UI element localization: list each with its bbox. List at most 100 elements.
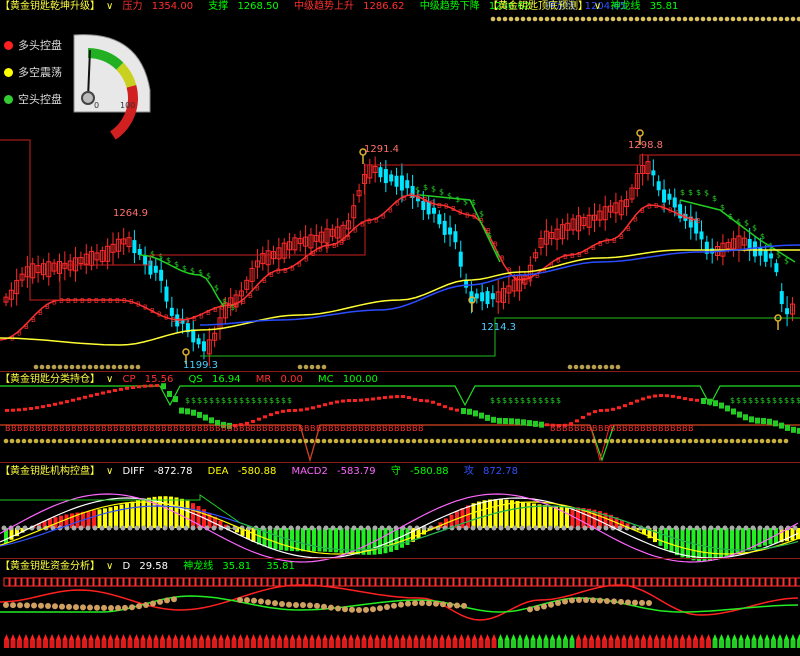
yellow-dot-icon: [4, 68, 13, 77]
fund-box: [81, 577, 88, 587]
fund-arrow-bar: [719, 640, 724, 648]
chart-stage[interactable]: 0 100 B B B B B B B B B B B B B B B B B B B B B B B B B B B B B B B B B B B B…: [0, 0, 800, 652]
coin-icon: [622, 16, 628, 22]
coin-icon: [766, 16, 772, 22]
macd-bar: [466, 505, 470, 528]
coin-icon: [81, 438, 87, 444]
coin-icon: [73, 604, 79, 611]
price-low-label: 1199.3: [183, 360, 218, 371]
s-marker: $: [752, 223, 757, 232]
fund-arrow: [654, 634, 659, 640]
fund-arrow: [368, 634, 373, 640]
b-marker: B: [400, 424, 406, 433]
position-bar: [479, 412, 484, 419]
fund-arrow: [95, 634, 100, 640]
coin-icon: [712, 16, 718, 22]
position-bar: [287, 409, 291, 413]
b-marker: B: [437, 202, 442, 210]
position-indicator-title: 【黄金钥匙分类持仓】: [0, 374, 100, 385]
b-marker: B: [5, 424, 11, 433]
fund-box: [423, 577, 430, 587]
b-marker: B: [150, 307, 155, 315]
coin-icon: [544, 16, 550, 22]
fund-box: [537, 577, 544, 587]
macd-bar: [125, 503, 129, 528]
coin-icon: [297, 438, 303, 444]
fund-box: [327, 577, 334, 587]
coin-icon: [461, 602, 467, 609]
position-bar: [179, 407, 184, 414]
s-marker: $: [221, 396, 226, 405]
candle-down: [485, 291, 490, 305]
fund-arrow: [504, 634, 510, 640]
zero-dot: [694, 525, 700, 531]
candle-down: [474, 293, 479, 299]
panel-divider: [0, 558, 800, 559]
b-marker: B: [29, 424, 35, 433]
s-marker: $: [281, 396, 286, 405]
b-marker: B: [688, 424, 694, 433]
position-bar: [767, 418, 772, 425]
fund-arrow: [290, 634, 295, 640]
b-marker: B: [101, 424, 107, 433]
coin-icon: [741, 438, 747, 444]
b-marker: B: [668, 206, 673, 214]
coin-icon: [370, 606, 376, 613]
fund-arrow: [751, 634, 757, 640]
fund-box: [651, 577, 658, 587]
coin-icon: [93, 364, 99, 370]
coin-icon: [534, 605, 540, 612]
coin-icon: [417, 438, 423, 444]
fund-arrow-bar: [36, 640, 42, 648]
fund-arrow-bar: [17, 640, 22, 648]
b-marker: B: [94, 297, 99, 305]
position-bar: [761, 418, 766, 425]
coin-icon: [527, 606, 533, 613]
candle-down: [480, 292, 485, 302]
fund-arrow-bar: [23, 640, 29, 648]
fund-arrow: [433, 634, 438, 640]
coin-icon: [561, 438, 567, 444]
fund-box: [447, 577, 454, 587]
coin-icon: [711, 438, 717, 444]
fund-arrow-bar: [582, 640, 588, 648]
b-marker: B: [143, 424, 149, 433]
macd-bar: [763, 528, 767, 546]
fund-arrow-bar: [394, 640, 399, 648]
fund-arrow: [693, 634, 698, 640]
s-marker: $: [222, 297, 227, 306]
position-bar: [17, 408, 21, 412]
fund-box: [531, 577, 538, 587]
fund-arrow-bar: [777, 640, 783, 648]
b-marker: B: [340, 424, 346, 433]
fund-arrow-bar: [283, 640, 289, 648]
fund-box: [573, 577, 580, 587]
coin-icon: [520, 16, 526, 22]
zero-dot: [666, 525, 672, 531]
fund-arrow: [725, 634, 731, 640]
coin-icon: [646, 599, 652, 606]
coin-icon: [580, 16, 586, 22]
zero-dot: [330, 525, 336, 531]
fund-box: [519, 577, 526, 587]
position-bar: [29, 407, 33, 411]
b-marker: B: [290, 265, 295, 273]
position-bar: [521, 419, 526, 426]
fund-arrow-bar: [465, 640, 471, 648]
b-marker: B: [167, 424, 173, 433]
fund-box: [195, 577, 202, 587]
coin-icon: [759, 438, 765, 444]
attack-value: 攻 872.78: [463, 466, 518, 477]
candle-down: [699, 231, 704, 240]
b-marker: B: [215, 424, 221, 433]
fund-arrow: [101, 634, 107, 640]
fund-box: [759, 577, 766, 587]
coin-icon: [541, 603, 547, 610]
coin-icon: [610, 16, 616, 22]
key-icon: [182, 348, 190, 356]
fund-arrow: [147, 634, 152, 640]
fund-box: [765, 577, 772, 587]
fund-arrow-bar: [784, 640, 789, 648]
b-marker: B: [382, 424, 388, 433]
coin-icon: [272, 600, 278, 607]
